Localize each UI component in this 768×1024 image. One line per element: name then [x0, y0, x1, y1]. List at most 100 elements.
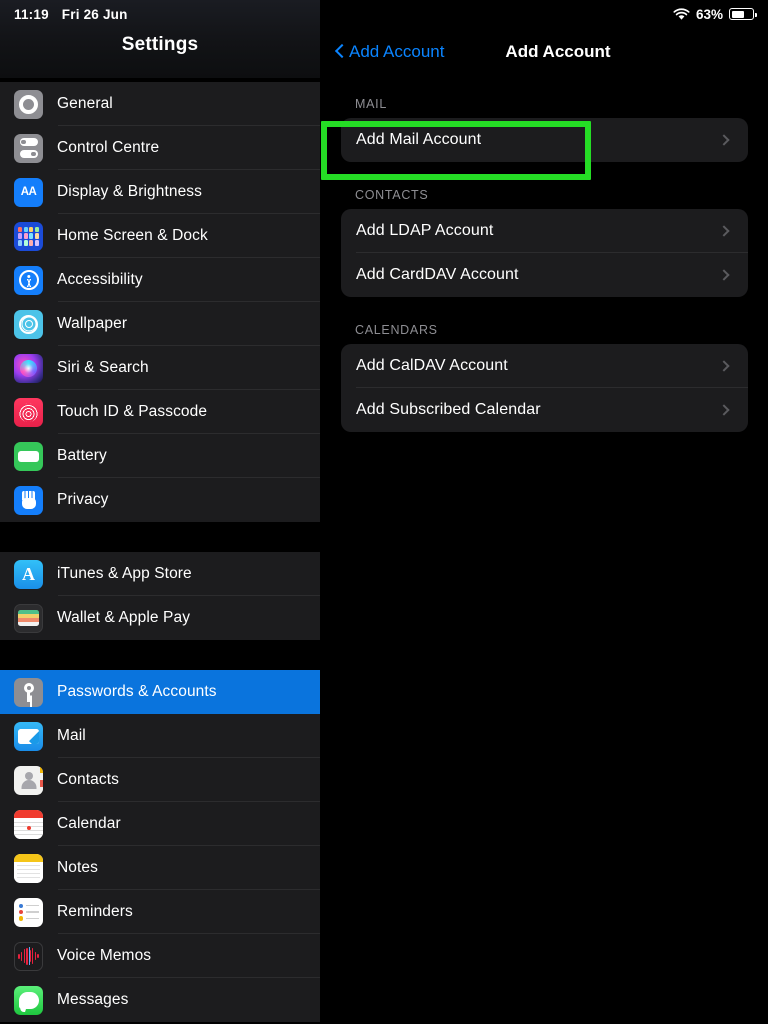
- status-date: Fri 26 Jun: [61, 6, 128, 22]
- sidebar-group-1: General Control Centre AA Display & Brig…: [0, 82, 320, 522]
- status-bar-left: 11:19 Fri 26 Jun: [0, 0, 320, 28]
- row-label: Add CardDAV Account: [356, 266, 519, 283]
- chevron-right-icon: [718, 404, 730, 416]
- sidebar-item-notes[interactable]: Notes: [0, 846, 320, 890]
- sidebar-item-contacts[interactable]: Contacts: [0, 758, 320, 802]
- sidebar-item-wallet-apple-pay[interactable]: Wallet & Apple Pay: [0, 596, 320, 640]
- sidebar-item-label: Accessibility: [57, 271, 143, 288]
- settings-sidebar: 11:19 Fri 26 Jun Settings General Contro…: [0, 0, 320, 1024]
- ipad-settings-screen: 11:19 Fri 26 Jun Settings General Contro…: [0, 0, 768, 1024]
- section-header-calendars: CALENDARS: [355, 323, 438, 337]
- page-title: Settings: [121, 34, 199, 55]
- reminders-icon: [14, 897, 43, 927]
- row-add-mail-account[interactable]: Add Mail Account: [341, 118, 748, 162]
- sidebar-item-control-centre[interactable]: Control Centre: [0, 126, 320, 170]
- row-label: Add CalDAV Account: [356, 357, 508, 374]
- sidebar-item-label: Mail: [57, 727, 86, 744]
- display-brightness-icon: AA: [14, 177, 43, 207]
- row-add-subscribed-calendar[interactable]: Add Subscribed Calendar: [341, 388, 748, 432]
- voice-memos-icon: [14, 941, 43, 971]
- privacy-hand-icon: [14, 485, 43, 515]
- battery-settings-icon: [14, 441, 43, 471]
- home-screen-dock-icon: [14, 221, 43, 251]
- sidebar-group-3: Passwords & Accounts Mail Contacts Calen…: [0, 670, 320, 1022]
- status-time: 11:19: [14, 6, 49, 22]
- detail-panel: 63% Add Account Add Account MAIL Add Mai…: [320, 0, 768, 1024]
- sidebar-item-label: Wallpaper: [57, 315, 128, 332]
- sidebar-item-mail[interactable]: Mail: [0, 714, 320, 758]
- sidebar-item-label: Control Centre: [57, 139, 160, 156]
- sidebar-item-label: Wallet & Apple Pay: [57, 609, 191, 626]
- sidebar-item-label: Siri & Search: [57, 359, 149, 376]
- wifi-icon: [673, 7, 690, 20]
- calendar-icon: [14, 809, 43, 839]
- sidebar-item-label: Messages: [57, 991, 129, 1008]
- section-header-mail: MAIL: [355, 97, 387, 111]
- detail-navbar: Add Account Add Account: [320, 28, 768, 75]
- notes-icon: [14, 853, 43, 883]
- sidebar-item-label: Calendar: [57, 815, 121, 832]
- back-button-label: Add Account: [349, 41, 445, 61]
- section-card-contacts: Add LDAP Account Add CardDAV Account: [341, 209, 748, 297]
- messages-icon: [14, 985, 43, 1015]
- sidebar-item-general[interactable]: General: [0, 82, 320, 126]
- sidebar-item-label: Voice Memos: [57, 947, 152, 964]
- row-label: Add Mail Account: [356, 131, 482, 148]
- sidebar-item-accessibility[interactable]: Accessibility: [0, 258, 320, 302]
- sidebar-item-passwords-accounts[interactable]: Passwords & Accounts: [0, 670, 320, 714]
- app-store-icon: A: [14, 559, 43, 589]
- accessibility-icon: [14, 265, 43, 295]
- sidebar-item-voice-memos[interactable]: Voice Memos: [0, 934, 320, 978]
- wallpaper-icon: [14, 309, 43, 339]
- row-add-ldap-account[interactable]: Add LDAP Account: [341, 209, 748, 253]
- sidebar-item-label: Reminders: [57, 903, 133, 920]
- sidebar-item-home-screen-dock[interactable]: Home Screen & Dock: [0, 214, 320, 258]
- wallet-icon: [14, 603, 43, 633]
- sidebar-item-wallpaper[interactable]: Wallpaper: [0, 302, 320, 346]
- back-button[interactable]: Add Account: [334, 42, 444, 62]
- sidebar-item-display-brightness[interactable]: AA Display & Brightness: [0, 170, 320, 214]
- section-header-contacts: CONTACTS: [355, 188, 429, 202]
- sidebar-item-label: General: [57, 95, 113, 112]
- battery-icon: [729, 8, 757, 20]
- sidebar-item-touch-id-passcode[interactable]: Touch ID & Passcode: [0, 390, 320, 434]
- sidebar-item-label: Touch ID & Passcode: [57, 403, 208, 420]
- mail-icon: [14, 721, 43, 751]
- sidebar-item-label: Home Screen & Dock: [57, 227, 208, 244]
- sidebar-item-privacy[interactable]: Privacy: [0, 478, 320, 522]
- sidebar-group-gap: [0, 522, 320, 552]
- chevron-right-icon: [718, 360, 730, 372]
- sidebar-item-calendar[interactable]: Calendar: [0, 802, 320, 846]
- control-centre-icon: [14, 133, 43, 163]
- chevron-left-icon: [334, 43, 344, 60]
- sidebar-item-label: Privacy: [57, 491, 109, 508]
- siri-search-icon: [14, 353, 43, 383]
- status-bar-right: 63%: [320, 0, 768, 28]
- row-add-carddav-account[interactable]: Add CardDAV Account: [341, 253, 748, 297]
- gear-icon: [14, 89, 43, 119]
- sidebar-item-siri-search[interactable]: Siri & Search: [0, 346, 320, 390]
- sidebar-item-battery[interactable]: Battery: [0, 434, 320, 478]
- row-add-caldav-account[interactable]: Add CalDAV Account: [341, 344, 748, 388]
- section-card-mail: Add Mail Account: [341, 118, 748, 162]
- sidebar-item-itunes-app-store[interactable]: A iTunes & App Store: [0, 552, 320, 596]
- sidebar-group-gap-2: [0, 640, 320, 670]
- sidebar-item-label: Notes: [57, 859, 98, 876]
- sidebar-item-messages[interactable]: Messages: [0, 978, 320, 1022]
- touch-id-icon: [14, 397, 43, 427]
- sidebar-item-label: Display & Brightness: [57, 183, 203, 200]
- sidebar-item-label: Contacts: [57, 771, 119, 788]
- row-label: Add Subscribed Calendar: [356, 401, 541, 418]
- chevron-right-icon: [718, 134, 730, 146]
- detail-body: MAIL Add Mail Account CONTACTS Add LDAP …: [320, 75, 768, 432]
- chevron-right-icon: [718, 269, 730, 281]
- sidebar-header: 11:19 Fri 26 Jun Settings: [0, 0, 320, 78]
- battery-percent-label: 63%: [695, 6, 723, 22]
- sidebar-item-label: Passwords & Accounts: [57, 683, 217, 700]
- sidebar-item-reminders[interactable]: Reminders: [0, 890, 320, 934]
- row-label: Add LDAP Account: [356, 222, 494, 239]
- chevron-right-icon: [718, 225, 730, 237]
- sidebar-group-2: A iTunes & App Store Wallet & Apple Pay: [0, 552, 320, 640]
- sidebar-item-label: Battery: [57, 447, 107, 464]
- key-icon: [14, 677, 43, 707]
